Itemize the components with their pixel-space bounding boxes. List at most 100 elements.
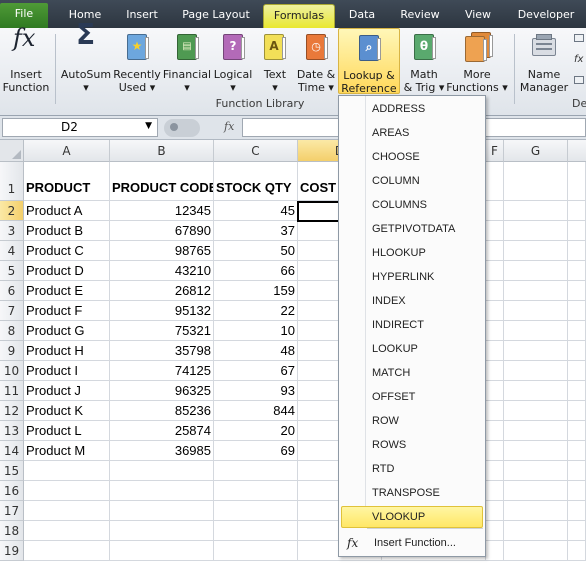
recently-used-button[interactable]: ★ Recently Used ▾ — [113, 30, 161, 94]
grid-cell[interactable] — [24, 541, 110, 561]
grid-cell[interactable] — [486, 201, 504, 221]
row-header[interactable]: 2 — [0, 201, 24, 221]
product-code-cell[interactable]: 35798 — [110, 341, 214, 361]
grid-cell[interactable] — [504, 361, 568, 381]
grid-cell[interactable] — [504, 301, 568, 321]
row-header[interactable]: 18 — [0, 521, 24, 541]
grid-cell[interactable] — [110, 461, 214, 481]
grid-cell[interactable] — [486, 241, 504, 261]
menu-item-offset[interactable]: OFFSET — [341, 386, 483, 408]
grid-cell[interactable] — [568, 421, 586, 441]
product-cell[interactable]: Product J — [24, 381, 110, 401]
row-header[interactable]: 10 — [0, 361, 24, 381]
grid-cell[interactable] — [486, 281, 504, 301]
row-header[interactable]: 3 — [0, 221, 24, 241]
column-header-c[interactable]: C — [214, 140, 298, 162]
grid-cell[interactable] — [214, 521, 298, 541]
product-code-cell[interactable]: 85236 — [110, 401, 214, 421]
grid-cell[interactable] — [504, 541, 568, 561]
column-header-h[interactable] — [568, 140, 586, 162]
product-cell[interactable]: Product A — [24, 201, 110, 221]
logical-button[interactable]: ? Logical ▾ — [212, 30, 254, 94]
name-manager-button[interactable]: Name Manager — [518, 30, 570, 94]
name-box[interactable]: D2 ▼ — [2, 118, 158, 137]
menu-item-vlookup[interactable]: VLOOKUP — [341, 506, 483, 528]
grid-cell[interactable] — [486, 321, 504, 341]
grid-cell[interactable] — [504, 461, 568, 481]
product-code-cell[interactable]: 12345 — [110, 201, 214, 221]
grid-cell[interactable] — [568, 301, 586, 321]
grid-cell[interactable] — [504, 281, 568, 301]
menu-item-hyperlink[interactable]: HYPERLINK — [341, 266, 483, 288]
grid-cell[interactable] — [486, 341, 504, 361]
grid-cell[interactable] — [110, 521, 214, 541]
row-header[interactable]: 19 — [0, 541, 24, 561]
select-all-corner[interactable] — [0, 140, 24, 162]
grid-cell[interactable] — [568, 201, 586, 221]
menu-item-transpose[interactable]: TRANSPOSE — [341, 482, 483, 504]
product-cell[interactable]: Product C — [24, 241, 110, 261]
stock-qty-cell[interactable]: 48 — [214, 341, 298, 361]
tab-formulas[interactable]: Formulas — [263, 4, 335, 28]
insert-function-button[interactable]: fx Insert Function — [2, 26, 50, 94]
grid-cell[interactable] — [486, 441, 504, 461]
product-cell[interactable]: Product I — [24, 361, 110, 381]
more-functions-button[interactable]: More Functions ▾ — [446, 30, 508, 94]
stock-qty-cell[interactable]: 37 — [214, 221, 298, 241]
menu-item-match[interactable]: MATCH — [341, 362, 483, 384]
stock-qty-cell[interactable]: 69 — [214, 441, 298, 461]
grid-cell[interactable] — [110, 481, 214, 501]
grid-cell[interactable] — [568, 162, 586, 201]
grid-cell[interactable] — [486, 401, 504, 421]
grid-cell[interactable] — [568, 521, 586, 541]
grid-cell[interactable] — [486, 521, 504, 541]
math-trig-button[interactable]: θ Math & Trig ▾ — [402, 30, 446, 94]
stock-qty-cell[interactable]: 67 — [214, 361, 298, 381]
row-header[interactable]: 16 — [0, 481, 24, 501]
row-header[interactable]: 7 — [0, 301, 24, 321]
stock-qty-cell[interactable]: 93 — [214, 381, 298, 401]
stock-qty-cell[interactable]: 66 — [214, 261, 298, 281]
row-header[interactable]: 14 — [0, 441, 24, 461]
stock-qty-cell[interactable]: 20 — [214, 421, 298, 441]
product-code-cell[interactable]: 25874 — [110, 421, 214, 441]
chevron-down-icon[interactable]: ▼ — [145, 118, 152, 135]
grid-cell[interactable] — [110, 541, 214, 561]
grid-cell[interactable] — [504, 521, 568, 541]
product-cell[interactable]: Product G — [24, 321, 110, 341]
column-header-f[interactable]: F — [486, 140, 504, 162]
grid-cell[interactable] — [110, 501, 214, 521]
grid-cell[interactable] — [568, 281, 586, 301]
product-code-cell[interactable]: 43210 — [110, 261, 214, 281]
grid-cell[interactable] — [486, 162, 504, 201]
grid-cell[interactable] — [568, 341, 586, 361]
tab-page-layout[interactable]: Page Layout — [178, 4, 254, 28]
product-code-cell[interactable]: 67890 — [110, 221, 214, 241]
tab-developer[interactable]: Developer — [514, 4, 578, 28]
product-cell[interactable]: Product E — [24, 281, 110, 301]
active-cell-d2[interactable] — [297, 201, 340, 222]
insert-function-menu-item[interactable]: fx Insert Function... — [341, 532, 483, 554]
row-header[interactable]: 8 — [0, 321, 24, 341]
product-cell[interactable]: Product K — [24, 401, 110, 421]
grid-cell[interactable] — [486, 381, 504, 401]
menu-item-address[interactable]: ADDRESS — [341, 98, 483, 120]
grid-cell[interactable] — [504, 241, 568, 261]
grid-cell[interactable] — [504, 441, 568, 461]
grid-cell[interactable] — [504, 341, 568, 361]
grid-cell[interactable] — [486, 461, 504, 481]
autosum-button[interactable]: Σ AutoSum ▾ — [60, 21, 112, 95]
stock-qty-cell[interactable]: 22 — [214, 301, 298, 321]
menu-item-index[interactable]: INDEX — [341, 290, 483, 312]
grid-cell[interactable] — [504, 481, 568, 501]
product-cell[interactable]: Product D — [24, 261, 110, 281]
menu-item-row[interactable]: ROW — [341, 410, 483, 432]
menu-item-areas[interactable]: AREAS — [341, 122, 483, 144]
menu-item-hlookup[interactable]: HLOOKUP — [341, 242, 483, 264]
grid-cell[interactable] — [568, 241, 586, 261]
column-header-a[interactable]: A — [24, 140, 110, 162]
row-header[interactable]: 13 — [0, 421, 24, 441]
row-header[interactable]: 4 — [0, 241, 24, 261]
stock-qty-cell[interactable]: 50 — [214, 241, 298, 261]
text-button[interactable]: A Text ▾ — [258, 30, 292, 94]
